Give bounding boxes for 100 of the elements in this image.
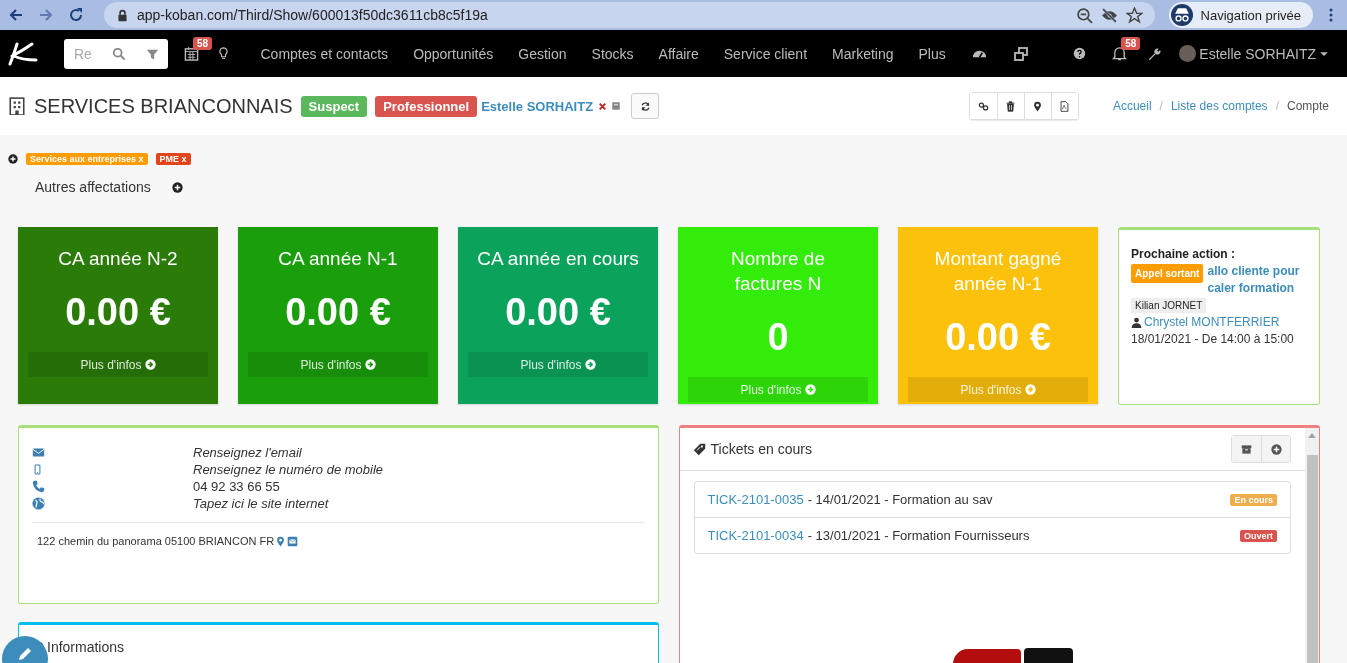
ticket-icon <box>692 442 706 456</box>
mobile-icon <box>32 464 43 475</box>
bell-icon[interactable] <box>1112 46 1128 61</box>
placeholder-text[interactable]: Renseignez le numéro de mobile <box>193 462 644 477</box>
zoom-out-icon[interactable] <box>1075 6 1093 24</box>
action-link[interactable]: allo cliente pour caler formation <box>1207 263 1307 297</box>
placeholder-text[interactable]: Renseignez l'email <box>193 445 644 460</box>
assignee-label: Kilian JORNET <box>1131 298 1207 313</box>
nav-item[interactable]: Stocks <box>579 45 647 62</box>
mail-icon[interactable] <box>287 535 299 547</box>
add-icon[interactable] <box>172 181 183 193</box>
eye-off-icon[interactable] <box>1100 6 1118 24</box>
add-button[interactable] <box>1261 436 1290 462</box>
lock-icon <box>116 8 129 22</box>
user-icon <box>1131 317 1142 328</box>
url-field[interactable]: app-koban.com/Third/Show/600013f50dc3611cb8c5f19a <box>104 2 1155 28</box>
avatar <box>1179 45 1197 62</box>
breadcrumb-separator: / <box>1159 99 1163 113</box>
help-icon[interactable] <box>1073 47 1087 60</box>
kpi-value: 0.00 € <box>944 315 1052 360</box>
user-menu[interactable]: Estelle SORHAITZ <box>1179 45 1329 62</box>
nav-item[interactable]: Service client <box>711 45 820 62</box>
pencil-icon <box>17 645 33 662</box>
profile-button[interactable]: Navigation privée <box>1168 2 1313 28</box>
section-label: Autres affectations <box>35 179 152 195</box>
scrollbar[interactable] <box>1305 428 1319 663</box>
pdf-icon <box>1059 100 1071 112</box>
status-label: Professionnel <box>375 95 478 117</box>
filter-icon[interactable] <box>146 47 159 61</box>
tag[interactable]: PME x <box>155 153 191 165</box>
toolbar-button[interactable] <box>1023 93 1051 119</box>
phone-icon <box>32 480 45 493</box>
reload-icon[interactable] <box>68 7 84 23</box>
nav-item[interactable]: Opportunités <box>400 45 506 62</box>
placeholder-text[interactable]: Tapez ici le site internet <box>193 496 644 511</box>
remove-icon[interactable] <box>598 101 608 111</box>
address-text: 122 chemin du panorama 05100 BRIANCON FR <box>37 535 275 547</box>
search-field[interactable]: Re <box>64 38 168 69</box>
kpi-label: Nombre de factures N <box>730 247 826 296</box>
archive-icon <box>1241 443 1252 455</box>
ticket-link[interactable]: TICK-2101-0034 <box>707 528 804 543</box>
trash-icon <box>1005 100 1017 112</box>
calendar-icon[interactable] <box>184 46 199 61</box>
nav-item[interactable]: Affaire <box>646 45 712 62</box>
map-pin-icon[interactable] <box>275 535 287 547</box>
search-icon[interactable] <box>112 46 126 61</box>
count-badge: 58 <box>193 37 213 50</box>
more-info-link[interactable]: Plus d'infos <box>28 352 208 377</box>
kpi-value: 0 <box>766 315 790 360</box>
owner-link[interactable]: Estelle SORHAITZ <box>481 98 594 114</box>
bulb-icon[interactable] <box>217 47 230 60</box>
field-value[interactable]: 04 92 33 66 55 <box>193 479 644 494</box>
kpi-value: 0.00 € <box>64 290 172 335</box>
arrow-circle-icon <box>804 384 816 395</box>
more-info-link[interactable]: Plus d'infos <box>248 352 428 377</box>
windows-icon[interactable] <box>1013 45 1030 62</box>
refresh-icon <box>639 100 651 112</box>
nav-item[interactable]: Comptes et contacts <box>248 45 401 62</box>
kpi-label: Montant gagné année N-1 <box>933 247 1063 296</box>
star-icon[interactable] <box>1125 6 1143 24</box>
activity-type-label: Appel sortant <box>1131 264 1204 283</box>
card-title: Informations <box>47 639 125 655</box>
ticket-details: - 13/01/2021 - Formation Fournisseurs <box>807 528 1030 543</box>
nav-item[interactable]: Plus <box>906 45 959 62</box>
account-title: SERVICES BRIANCONNAIS <box>34 94 293 118</box>
incognito-icon <box>1170 4 1193 26</box>
next-action-title: Prochaine action : <box>1131 246 1237 263</box>
add-icon <box>1270 443 1282 455</box>
card-title: Tickets en cours <box>710 441 812 457</box>
arrow-circle-icon <box>364 359 376 370</box>
envelope-icon <box>32 446 45 459</box>
kpi-label: CA année N-2 <box>58 247 178 271</box>
arrow-circle-icon <box>1024 384 1036 395</box>
add-tag-icon[interactable] <box>8 154 18 164</box>
pin-icon <box>1032 100 1044 112</box>
breadcrumb-link[interactable]: Liste des comptes <box>1170 99 1268 113</box>
arrow-circle-icon <box>144 359 156 370</box>
contact-link[interactable]: Chrystel MONTFERRIER <box>1144 314 1280 331</box>
refresh-button[interactable] <box>631 93 660 119</box>
nav-item[interactable]: Gestion <box>505 45 580 62</box>
nav-item[interactable]: Marketing <box>819 45 906 62</box>
toolbar-button[interactable] <box>996 93 1024 119</box>
toolbar-button[interactable] <box>969 93 997 119</box>
archive-button[interactable] <box>1232 436 1261 462</box>
count-badge: 58 <box>1121 37 1141 50</box>
logo[interactable] <box>8 41 38 66</box>
status-label: En cours <box>1230 493 1277 506</box>
globe-icon <box>32 497 45 510</box>
stop-icon[interactable] <box>611 101 622 111</box>
status-label: Suspect <box>300 95 368 117</box>
url-text: app-koban.com/Third/Show/600013f50dc3611cb8c5f19a <box>137 7 489 23</box>
back-icon[interactable] <box>8 7 24 23</box>
breadcrumb-link[interactable]: Accueil <box>1112 99 1152 113</box>
link-icon <box>977 100 989 112</box>
status-label: Ouvert <box>1240 529 1277 542</box>
kpi-label: CA année N-1 <box>278 247 398 271</box>
ticket-details: - 14/01/2021 - Formation au sav <box>807 492 993 507</box>
kpi-value: 0.00 € <box>284 290 392 335</box>
wrench-icon[interactable] <box>1147 46 1162 61</box>
ticket-link[interactable]: TICK-2101-0035 <box>707 492 804 507</box>
